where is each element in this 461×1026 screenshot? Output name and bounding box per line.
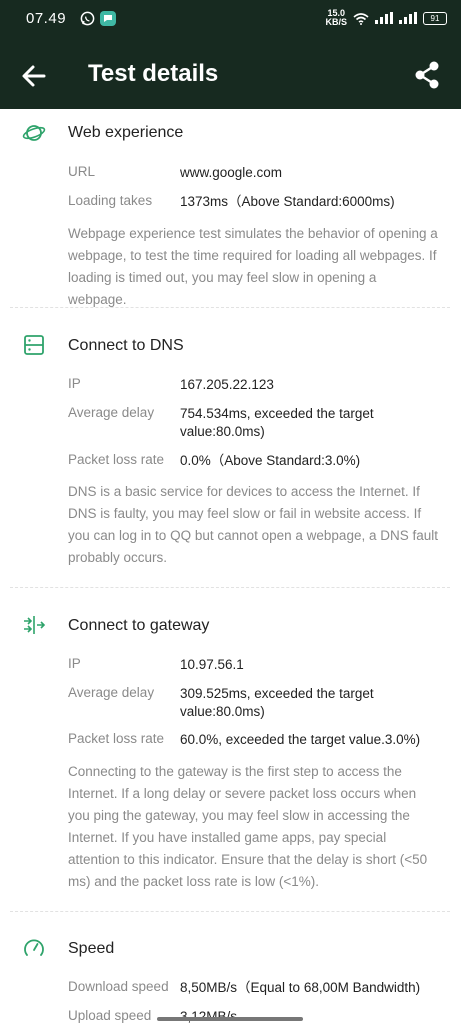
section-description: Connecting to the gateway is the first s… (68, 764, 428, 889)
delay-value-line2: value:80.0ms) (180, 704, 265, 719)
packet-loss-label: Packet loss rate (68, 731, 165, 746)
speedometer-icon (24, 939, 44, 956)
whatsapp-icon (80, 11, 95, 26)
section-title: Web experience (68, 124, 184, 141)
network-speed: 15.0 KB/S (325, 9, 347, 27)
ip-label: IP (68, 376, 81, 391)
url-value: www.google.com (180, 165, 283, 180)
section-title: Speed (68, 940, 115, 957)
section-header: Speed (0, 934, 461, 964)
url-label: URL (68, 164, 96, 179)
section-header: Connect to DNS (0, 331, 461, 361)
ip-value: 167.205.22.123 (180, 377, 274, 392)
section-divider (10, 587, 450, 588)
status-bar: 07.49 15.0 KB/S 91 (0, 0, 461, 40)
loading-value: 1373ms（Above Standard:6000ms) (180, 194, 395, 209)
ip-label: IP (68, 656, 81, 671)
planet-icon (22, 125, 46, 141)
section-header: Connect to gateway (0, 611, 461, 641)
share-icon[interactable] (413, 60, 441, 90)
delay-value-line2: value:80.0ms) (180, 424, 265, 439)
back-arrow-icon[interactable] (18, 60, 50, 92)
loading-label: Loading takes (68, 193, 153, 208)
section-divider (10, 307, 450, 308)
section-header: Web experience (0, 119, 461, 149)
signal-icon-2 (399, 12, 417, 24)
delay-value-line1: 754.534ms, exceeded the target (180, 406, 374, 421)
section-divider (10, 911, 450, 912)
message-notification-icon (100, 11, 116, 26)
network-speed-unit: KB/S (325, 17, 347, 27)
packet-loss-label: Packet loss rate (68, 452, 165, 467)
delay-label: Average delay (68, 405, 155, 420)
status-right-group: 15.0 KB/S 91 (325, 9, 447, 27)
gateway-arrows-icon (24, 616, 46, 634)
home-indicator[interactable] (157, 1017, 303, 1021)
signal-icon-1 (375, 12, 393, 24)
section-title: Connect to gateway (68, 617, 210, 634)
wifi-icon (353, 12, 369, 25)
status-time: 07.49 (26, 10, 67, 27)
packet-loss-value: 0.0%（Above Standard:3.0%) (180, 453, 361, 468)
delay-value-line1: 309.525ms, exceeded the target (180, 686, 374, 701)
section-description: Webpage experience test simulates the be… (68, 226, 438, 307)
page-title: Test details (88, 60, 219, 87)
download-speed-value: 8,50MB/s（Equal to 68,00M Bandwidth) (180, 980, 421, 995)
app-bar: Test details (0, 40, 461, 109)
ip-value: 10.97.56.1 (180, 657, 244, 672)
section-description: DNS is a basic service for devices to ac… (68, 484, 438, 565)
delay-label: Average delay (68, 685, 155, 700)
section-title: Connect to DNS (68, 337, 184, 354)
packet-loss-value: 60.0%, exceeded the target value.3.0%) (180, 732, 421, 747)
download-speed-label: Download speed (68, 979, 169, 994)
battery-icon: 91 (423, 11, 447, 25)
server-icon (24, 335, 44, 355)
upload-speed-label: Upload speed (68, 1008, 152, 1023)
